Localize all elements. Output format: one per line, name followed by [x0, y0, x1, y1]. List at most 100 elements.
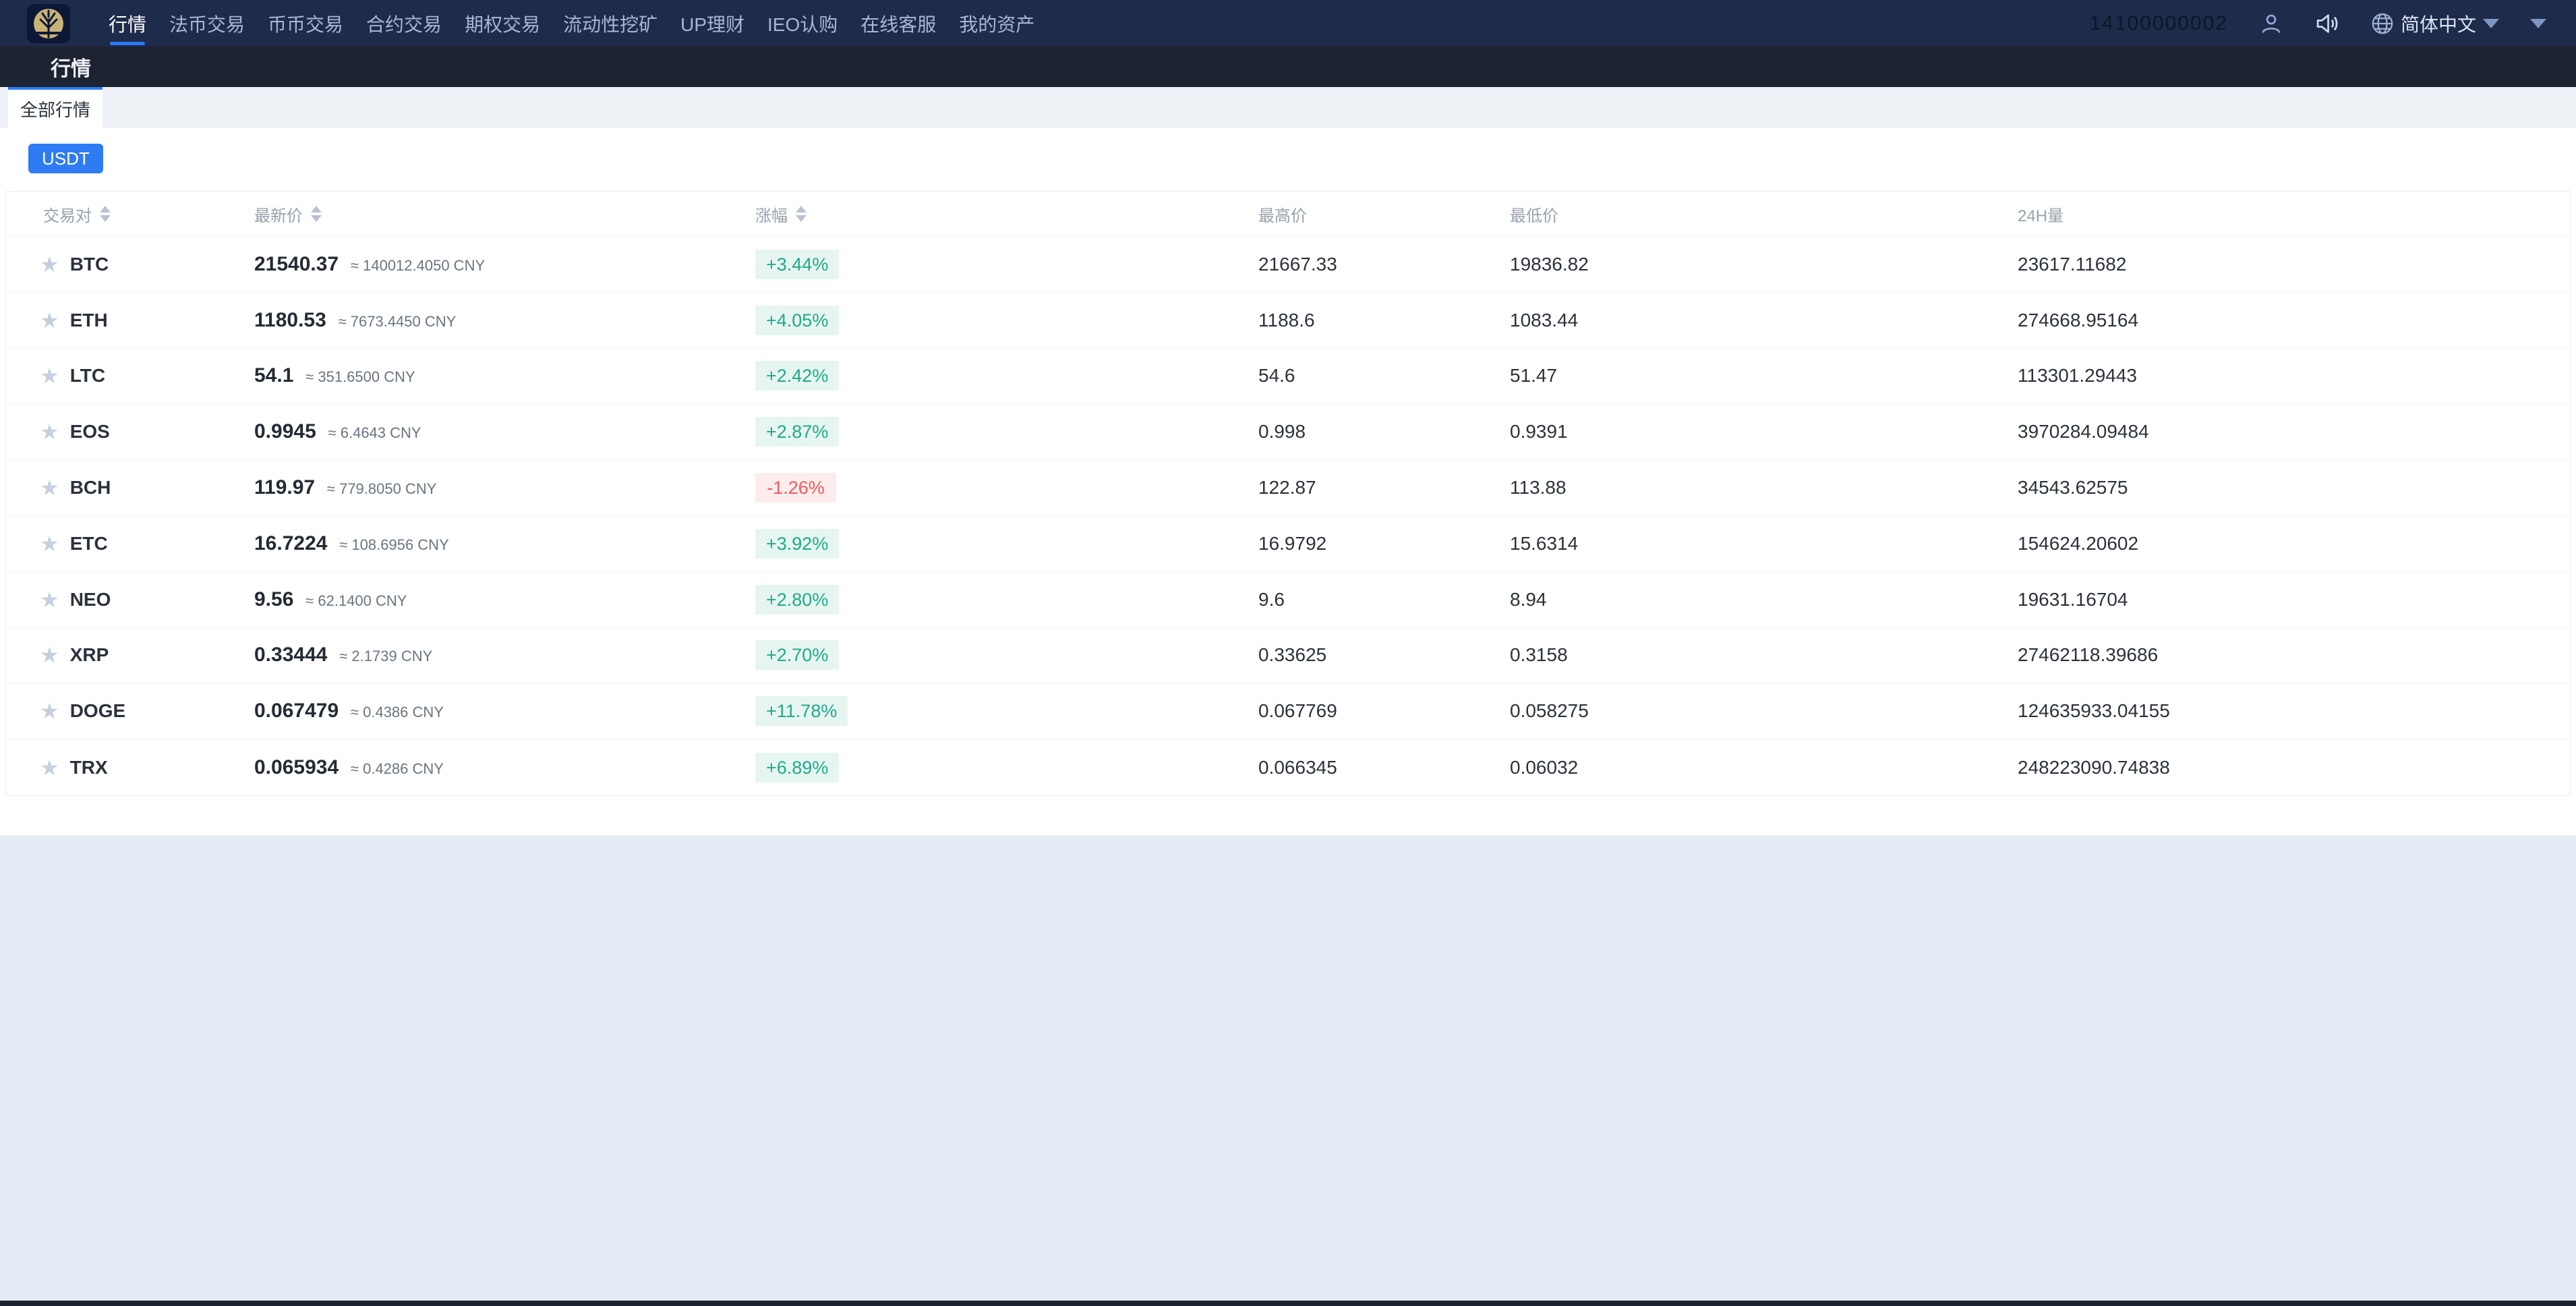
cny-equivalent: ≈ 140012.4050 CNY [351, 257, 485, 274]
table-row[interactable]: ★ NEO 9.56 ≈ 62.1400 CNY +2.80% 9.6 8.94… [6, 572, 2570, 628]
nav-item[interactable]: 法币交易 [158, 0, 256, 47]
volume-24h: 19631.16704 [2018, 589, 2570, 611]
nav-item[interactable]: 流动性挖矿 [552, 0, 669, 47]
cny-equivalent: ≈ 62.1400 CNY [305, 592, 407, 609]
volume-24h: 154624.20602 [2018, 533, 2570, 555]
favorite-star-icon[interactable]: ★ [40, 421, 59, 443]
high-price: 9.6 [1258, 589, 1510, 611]
header-low: 最低价 [1510, 202, 2018, 226]
favorite-star-icon[interactable]: ★ [40, 477, 59, 499]
low-price: 0.3158 [1510, 644, 2018, 666]
header-pair: 交易对 [6, 202, 254, 226]
nav-item[interactable]: IEO认购 [756, 0, 849, 47]
nav-item-label: IEO认购 [767, 10, 838, 37]
usdt-filter-button[interactable]: USDT [28, 144, 103, 173]
favorite-star-icon[interactable]: ★ [40, 644, 59, 666]
table-row[interactable]: ★ DOGE 0.067479 ≈ 0.4386 CNY +11.78% 0.0… [6, 683, 2570, 739]
language-selector[interactable]: 简体中文 [2371, 10, 2499, 37]
favorite-star-icon[interactable]: ★ [40, 757, 59, 778]
nav-item-label: 在线客服 [860, 10, 936, 37]
table-row[interactable]: ★ LTC 54.1 ≈ 351.6500 CNY +2.42% 54.6 51… [6, 349, 2570, 405]
nav-item[interactable]: 期权交易 [453, 0, 552, 47]
main-navigation: 行情 法币交易 币币交易 合约交易 期权交易 流动性挖矿 UP理财 IEO认购 … [97, 0, 1046, 47]
cny-equivalent: ≈ 6.4643 CNY [328, 424, 421, 441]
nav-item-label: 行情 [109, 10, 146, 37]
header-change: 涨幅 [755, 202, 1258, 226]
change-badge: +4.05% [755, 306, 839, 335]
nav-item[interactable]: 币币交易 [256, 0, 355, 47]
nav-item[interactable]: UP理财 [669, 0, 756, 47]
nav-item[interactable]: 行情 [97, 0, 158, 47]
page-title: 行情 [51, 52, 91, 82]
latest-price: 0.9945 [254, 420, 316, 443]
user-profile-icon[interactable] [2259, 11, 2283, 36]
nav-item-label: 法币交易 [169, 10, 245, 37]
sort-change-control[interactable] [796, 206, 807, 222]
header-latest-price: 最新价 [254, 202, 755, 226]
low-price: 15.6314 [1510, 533, 2018, 555]
pair-name: LTC [70, 365, 105, 387]
cny-equivalent: ≈ 108.6956 CNY [339, 536, 449, 553]
table-row[interactable]: ★ EOS 0.9945 ≈ 6.4643 CNY +2.87% 0.998 0… [6, 404, 2570, 460]
table-header-row: 交易对 最新价 涨幅 最高价 最低价 24H量 [6, 192, 2570, 237]
change-badge: +2.70% [755, 640, 839, 670]
sort-price-control[interactable] [311, 206, 322, 222]
nav-item[interactable]: 在线客服 [849, 0, 947, 47]
cny-equivalent: ≈ 779.8050 CNY [327, 480, 437, 497]
volume-24h: 27462118.39686 [2018, 644, 2570, 666]
high-price: 122.87 [1258, 477, 1510, 499]
latest-price: 0.067479 [254, 700, 339, 722]
change-badge: +2.42% [755, 361, 839, 391]
low-price: 0.9391 [1510, 421, 2018, 443]
nav-item-label: 期权交易 [465, 10, 540, 37]
table-row[interactable]: ★ ETH 1180.53 ≈ 7673.4450 CNY +4.05% 118… [6, 293, 2570, 349]
market-content-panel: USDT 交易对 最新价 涨幅 最高价 最低价 24H量 ★ BTC [0, 128, 2576, 835]
favorite-star-icon[interactable]: ★ [40, 589, 59, 611]
high-price: 0.066345 [1258, 757, 1510, 778]
nav-item[interactable]: 我的资产 [947, 0, 1046, 47]
volume-24h: 23617.11682 [2018, 254, 2570, 275]
nav-item[interactable]: 合约交易 [355, 0, 453, 47]
latest-price: 21540.37 [254, 253, 339, 275]
page-background [0, 835, 2576, 1301]
cny-equivalent: ≈ 7673.4450 CNY [339, 313, 457, 330]
latest-price: 1180.53 [254, 309, 326, 331]
table-row[interactable]: ★ ETC 16.7224 ≈ 108.6956 CNY +3.92% 16.9… [6, 516, 2570, 572]
page-subheader: 行情 [0, 47, 2576, 87]
table-row[interactable]: ★ BCH 119.97 ≈ 779.8050 CNY -1.26% 122.8… [6, 460, 2570, 516]
favorite-star-icon[interactable]: ★ [40, 254, 59, 275]
pair-name: NEO [70, 589, 111, 611]
favorite-star-icon[interactable]: ★ [40, 700, 59, 722]
tab-all-markets[interactable]: 全部行情 [8, 87, 103, 128]
high-price: 16.9792 [1258, 533, 1510, 555]
table-row[interactable]: ★ BTC 21540.37 ≈ 140012.4050 CNY +3.44% … [6, 237, 2570, 293]
change-badge: +3.92% [755, 529, 839, 559]
table-row[interactable]: ★ TRX 0.065934 ≈ 0.4286 CNY +6.89% 0.066… [6, 739, 2570, 795]
volume-24h: 34543.62575 [2018, 477, 2570, 499]
high-price: 0.33625 [1258, 644, 1510, 666]
nav-item-label: 合约交易 [366, 10, 442, 37]
chevron-down-icon [2483, 19, 2499, 28]
table-row[interactable]: ★ XRP 0.33444 ≈ 2.1739 CNY +2.70% 0.3362… [6, 628, 2570, 684]
brand-logo[interactable] [27, 4, 70, 43]
header-change-label: 涨幅 [755, 202, 788, 226]
change-badge: +2.87% [755, 417, 839, 447]
footer-bar [0, 1301, 2576, 1306]
more-menu-chevron-icon[interactable] [2530, 19, 2546, 28]
navbar-right-cluster: 14100000002 简体中文 [2089, 10, 2546, 37]
pair-name: ETH [70, 310, 108, 331]
favorite-star-icon[interactable]: ★ [40, 533, 59, 555]
change-badge: +11.78% [755, 696, 848, 726]
high-price: 54.6 [1258, 365, 1510, 387]
favorite-star-icon[interactable]: ★ [40, 365, 59, 387]
sort-pair-control[interactable] [100, 206, 111, 222]
low-price: 8.94 [1510, 589, 2018, 611]
pair-name: DOGE [70, 700, 125, 722]
favorite-star-icon[interactable]: ★ [40, 310, 59, 331]
nav-item-label: 币币交易 [268, 10, 343, 37]
top-navbar: 行情 法币交易 币币交易 合约交易 期权交易 流动性挖矿 UP理财 IEO认购 … [0, 0, 2576, 47]
header-high: 最高价 [1258, 202, 1510, 226]
low-price: 19836.82 [1510, 254, 2018, 275]
announcement-speaker-icon[interactable] [2314, 12, 2340, 35]
header-volume: 24H量 [2018, 202, 2570, 226]
